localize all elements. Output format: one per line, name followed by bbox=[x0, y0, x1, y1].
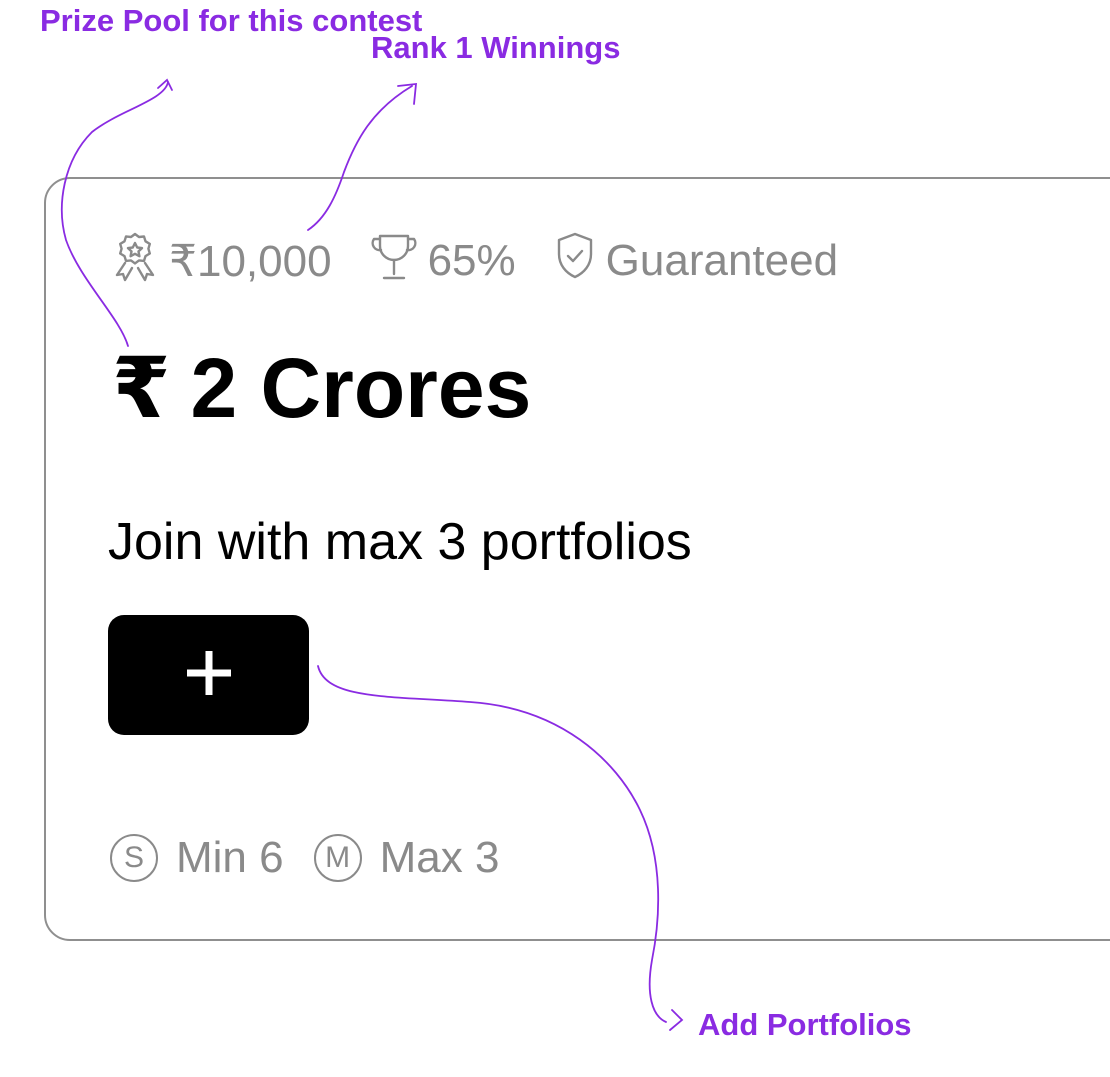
add-portfolios-arrowhead bbox=[669, 1009, 684, 1031]
annotation-arrows bbox=[61, 78, 684, 1031]
rank1-arrow bbox=[307, 85, 413, 231]
contest-stage: Prize Pool for this contest Rank 1 Winni… bbox=[0, 0, 1110, 1077]
add-portfolios-arrow bbox=[317, 665, 667, 1023]
prize-pool-arrow bbox=[61, 81, 169, 347]
